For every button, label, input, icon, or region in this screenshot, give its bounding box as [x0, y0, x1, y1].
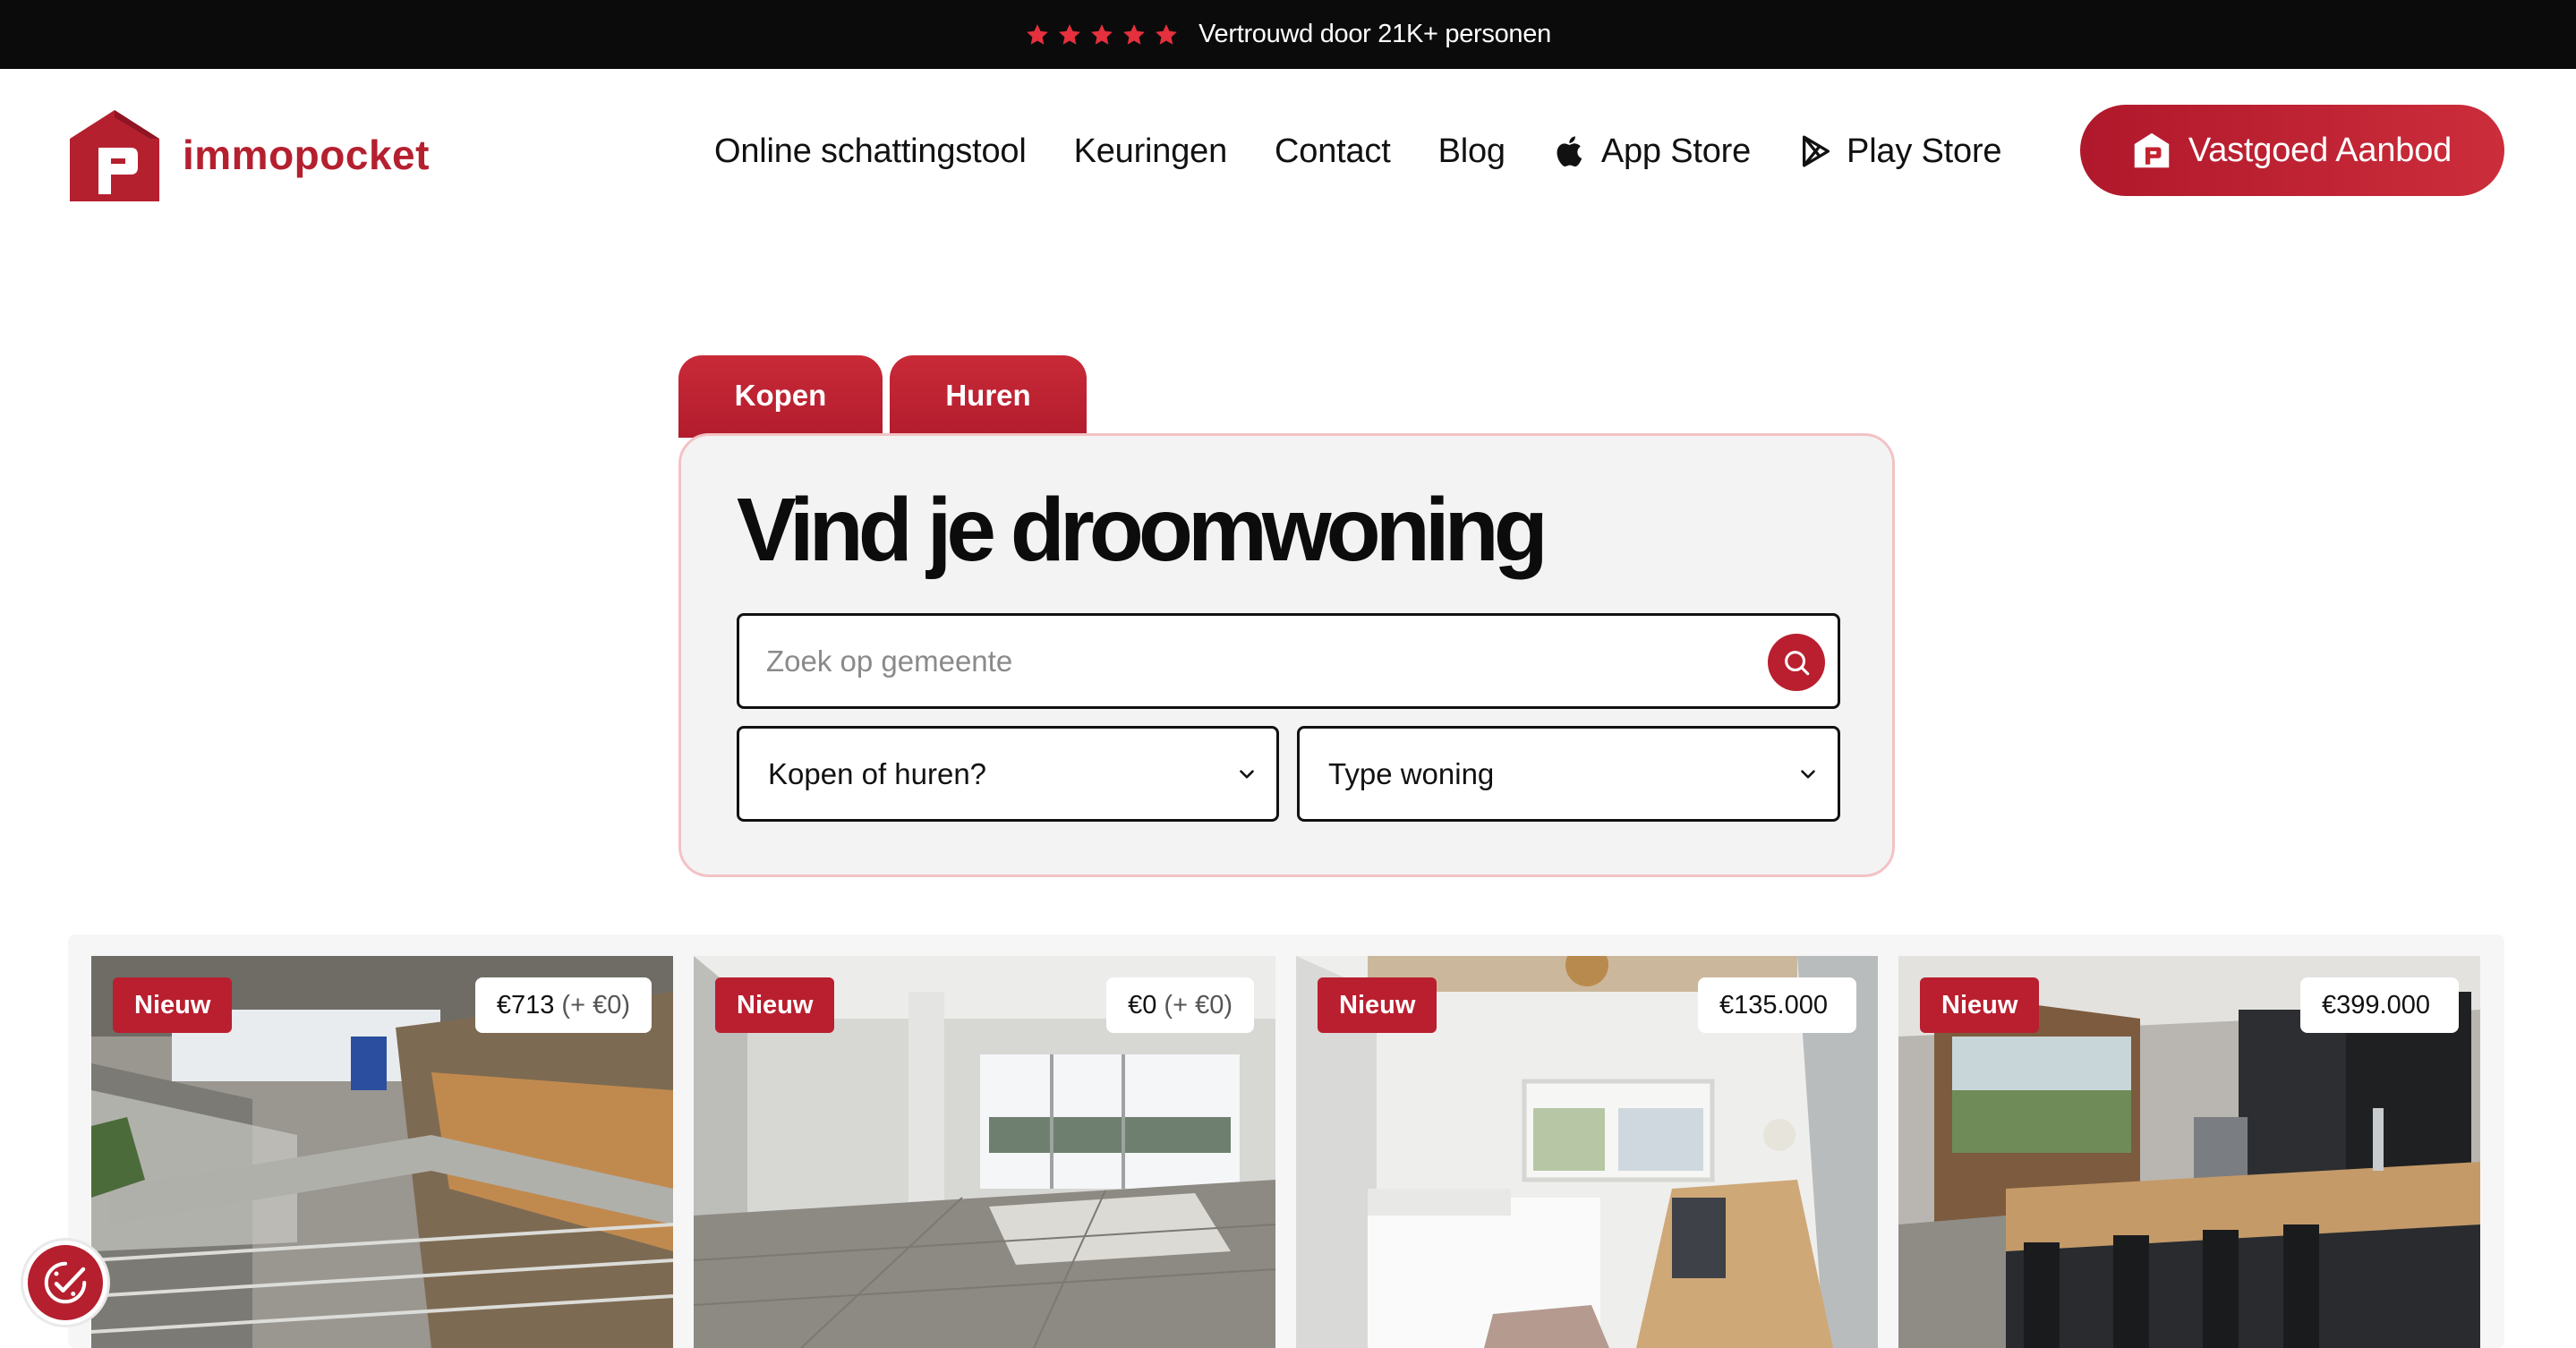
tab-kopen[interactable]: Kopen [678, 355, 883, 438]
cookie-check-icon [44, 1261, 87, 1304]
select-value: Type woning [1328, 756, 1495, 790]
nav-contact[interactable]: Contact [1275, 132, 1391, 171]
rating-stars [1025, 22, 1179, 47]
trust-bar: Vertrouwd door 21K+ personen [0, 0, 2576, 69]
star-icon [1027, 23, 1048, 45]
tab-huren[interactable]: Huren [890, 355, 1087, 438]
price-value: €713 [496, 990, 555, 1020]
nav-online-schattingstool[interactable]: Online schattingstool [714, 132, 1027, 171]
listing-card[interactable]: Nieuw €0 (+ €0) [694, 956, 1275, 1348]
nav-label: Online schattingstool [714, 132, 1027, 170]
listing-card[interactable]: Nieuw €399.000 [1898, 956, 2480, 1348]
chevron-down-icon [1801, 769, 1815, 779]
select-value: Kopen of huren? [768, 756, 987, 790]
price-tag: €713 (+ €0) [474, 977, 652, 1033]
star-icon [1091, 23, 1113, 45]
search-icon [1785, 651, 1810, 676]
tab-label: Huren [945, 379, 1031, 412]
vastgoed-aanbod-button[interactable]: Vastgoed Aanbod [2080, 105, 2504, 196]
nav-play-store[interactable]: Play Store [1798, 132, 2002, 171]
nav-label: Keuringen [1073, 132, 1228, 170]
price-tag: €0 (+ €0) [1106, 977, 1254, 1033]
new-badge: Nieuw [1920, 977, 2040, 1033]
main-nav: Online schattingstool Keuringen Contact … [714, 124, 2002, 178]
listing-card[interactable]: Nieuw €713 (+ €0) [91, 956, 673, 1348]
new-badge: Nieuw [715, 977, 835, 1033]
price-value: €135.000 [1719, 990, 1828, 1020]
nav-label: Contact [1275, 132, 1391, 170]
price-extra: (+ €0) [561, 990, 630, 1020]
price-tag: €135.000 [1698, 977, 1856, 1033]
nav-keuringen[interactable]: Keuringen [1073, 132, 1228, 171]
nav-blog[interactable]: Blog [1438, 132, 1506, 171]
nav-label: Play Store [1847, 132, 2002, 170]
search-button[interactable] [1768, 634, 1825, 691]
price-tag: €399.000 [2300, 977, 2459, 1033]
star-icon [1156, 23, 1177, 45]
cta-label: Vastgoed Aanbod [2188, 131, 2452, 169]
star-icon [1059, 23, 1080, 45]
search-panel: Vind je droomwoning Kopen of huren? Type… [678, 433, 1895, 877]
new-badge: Nieuw [113, 977, 233, 1033]
buy-or-rent-select[interactable]: Kopen of huren? [737, 726, 1279, 822]
logo-text: immopocket [183, 132, 430, 178]
chevron-down-icon [1240, 769, 1254, 779]
search-field [737, 613, 1840, 709]
search-title: Vind je droomwoning [737, 480, 1548, 580]
new-badge: Nieuw [1318, 977, 1437, 1033]
price-extra: (+ €0) [1164, 990, 1233, 1020]
nav-app-store[interactable]: App Store [1553, 132, 1751, 171]
house-logo-icon [70, 110, 159, 201]
price-value: €399.000 [2322, 990, 2430, 1020]
tab-label: Kopen [734, 379, 827, 412]
star-icon [1123, 23, 1145, 45]
listing-card[interactable]: Nieuw €135.000 [1296, 956, 1878, 1348]
house-icon [2134, 132, 2170, 168]
search-input[interactable] [766, 616, 1706, 706]
nav-label: App Store [1600, 132, 1752, 170]
cookie-settings-button[interactable] [23, 1241, 107, 1325]
listings-section: Nieuw €713 (+ €0) Nieuw €0 (+ €0) Nieuw … [68, 934, 2504, 1348]
play-store-icon [1803, 135, 1830, 167]
price-value: €0 [1128, 990, 1157, 1020]
apple-icon [1557, 136, 1582, 166]
trust-text: Vertrouwd door 21K+ personen [1198, 20, 1551, 48]
logo[interactable]: immopocket [68, 108, 430, 201]
property-type-select[interactable]: Type woning [1297, 726, 1840, 822]
nav-label: Blog [1437, 132, 1506, 170]
site-header: immopocket Online schattingstool Keuring… [0, 69, 2576, 234]
